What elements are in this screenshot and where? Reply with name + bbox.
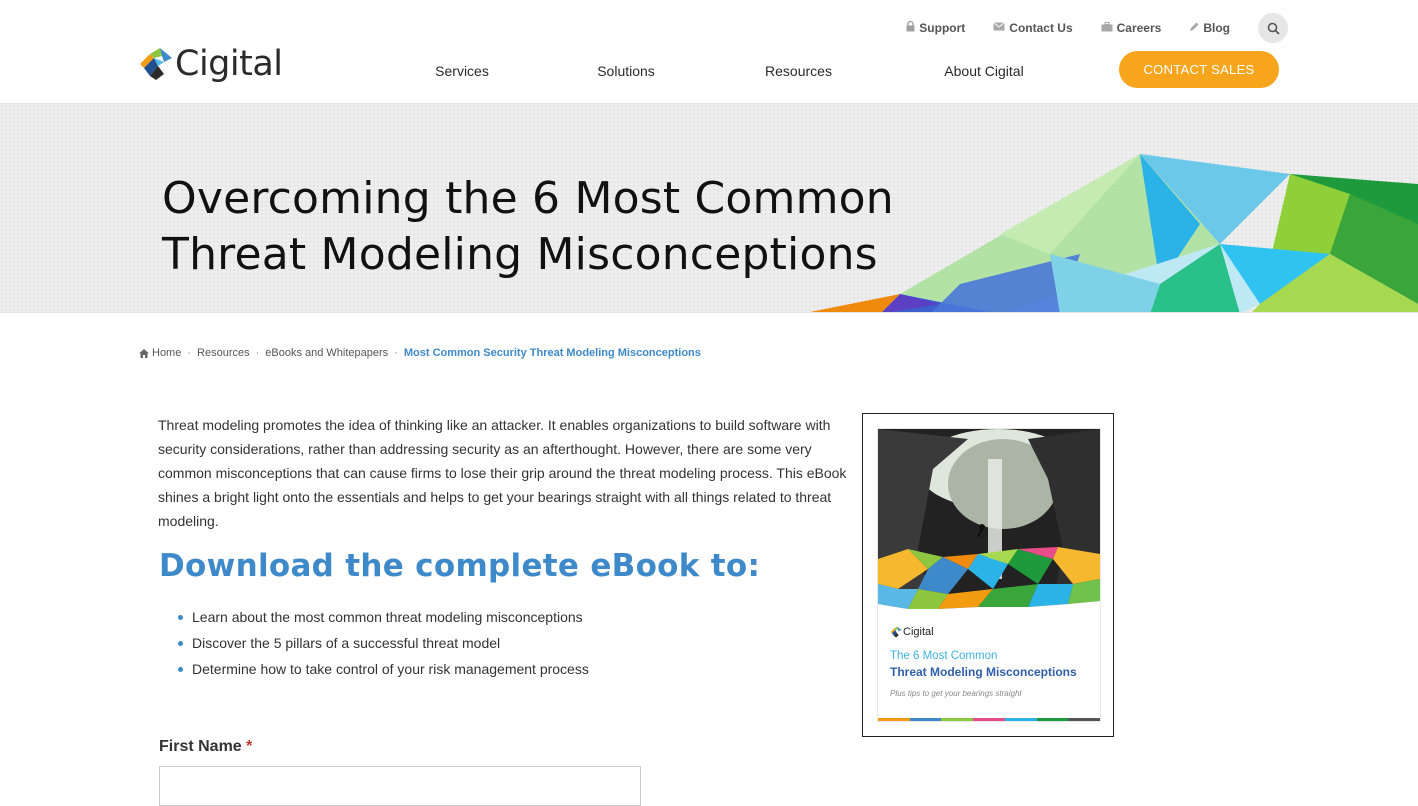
intro-paragraph: Threat modeling promotes the idea of thi… bbox=[158, 417, 847, 529]
download-heading: Download the complete eBook to: bbox=[159, 548, 761, 584]
breadcrumb-ebooks-whitepapers[interactable]: eBooks and Whitepapers bbox=[265, 347, 388, 359]
support-label: Support bbox=[919, 21, 966, 35]
benefits-list: Learn about the most common threat model… bbox=[178, 604, 589, 682]
page-title-line1: Overcoming the 6 Most Common bbox=[162, 173, 894, 224]
contact-us-label: Contact Us bbox=[1009, 21, 1073, 35]
hero-banner: Overcoming the 6 Most Common Threat Mode… bbox=[0, 103, 1418, 313]
first-name-label: First Name * bbox=[159, 738, 252, 756]
list-item-text: Learn about the most common threat model… bbox=[192, 609, 583, 625]
pencil-icon bbox=[1189, 22, 1199, 35]
list-item-text: Determine how to take control of your ri… bbox=[192, 661, 589, 677]
envelope-icon bbox=[993, 22, 1006, 34]
contact-us-link[interactable]: Contact Us bbox=[993, 21, 1073, 35]
search-icon bbox=[1267, 22, 1280, 35]
ebook-cover-title-line1: The 6 Most Common bbox=[890, 650, 998, 662]
nav-solutions[interactable]: Solutions bbox=[585, 50, 667, 105]
logo-wordmark: Cigital bbox=[175, 44, 283, 84]
breadcrumb: Home · Resources · eBooks and Whitepaper… bbox=[139, 347, 701, 359]
first-name-label-text: First Name bbox=[159, 738, 242, 755]
list-item: Discover the 5 pillars of a successful t… bbox=[178, 630, 589, 656]
ebook-cover-logo: Cigital bbox=[890, 626, 934, 638]
breadcrumb-resources[interactable]: Resources bbox=[197, 347, 250, 359]
ebook-cover-title-line2: Threat Modeling Misconceptions bbox=[890, 665, 1077, 679]
bullet-dot-icon bbox=[178, 640, 183, 646]
ebook-cover-color-strip bbox=[878, 718, 1100, 721]
lock-icon bbox=[906, 20, 915, 35]
list-item: Learn about the most common threat model… bbox=[178, 604, 589, 630]
list-item-text: Discover the 5 pillars of a successful t… bbox=[192, 635, 501, 651]
breadcrumb-separator: · bbox=[394, 347, 398, 359]
careers-label: Careers bbox=[1116, 21, 1162, 35]
breadcrumb-home[interactable]: Home bbox=[152, 347, 181, 359]
nav-services[interactable]: Services bbox=[422, 50, 502, 105]
page-title: Overcoming the 6 Most Common Threat Mode… bbox=[162, 171, 894, 283]
cigital-logo-mark-icon bbox=[890, 626, 902, 638]
contact-sales-button[interactable]: CONTACT SALES bbox=[1119, 51, 1279, 88]
nav-resources[interactable]: Resources bbox=[748, 50, 849, 107]
main-nav: Services Solutions Resources About Cigit… bbox=[400, 50, 1080, 107]
site-header: Cigital Support Contact Us Careers Blog bbox=[0, 0, 1418, 107]
list-item: Determine how to take control of your ri… bbox=[178, 656, 589, 682]
ebook-cover-frame: Cigital The 6 Most Common Threat Modelin… bbox=[862, 413, 1114, 737]
ebook-cover-subtitle: Plus tips to get your bearings straight bbox=[890, 689, 1022, 698]
page-title-line2: Threat Modeling Misconceptions bbox=[162, 229, 878, 280]
ebook-cover: Cigital The 6 Most Common Threat Modelin… bbox=[878, 429, 1100, 721]
search-button[interactable] bbox=[1258, 13, 1288, 43]
careers-link[interactable]: Careers bbox=[1101, 21, 1162, 35]
bullet-dot-icon bbox=[178, 614, 183, 620]
breadcrumb-current: Most Common Security Threat Modeling Mis… bbox=[403, 347, 701, 359]
ebook-cover-logo-text: Cigital bbox=[903, 626, 934, 638]
breadcrumb-separator: · bbox=[187, 347, 192, 359]
required-marker: * bbox=[246, 738, 253, 755]
utility-nav: Support Contact Us Careers Blog bbox=[878, 13, 1288, 43]
nav-about-cigital[interactable]: About Cigital bbox=[928, 50, 1040, 105]
briefcase-icon bbox=[1101, 21, 1113, 35]
support-link[interactable]: Support bbox=[906, 20, 966, 35]
blog-label: Blog bbox=[1203, 21, 1230, 35]
ebook-cover-cave-image bbox=[878, 429, 1100, 629]
breadcrumb-separator: · bbox=[255, 347, 260, 359]
home-icon bbox=[139, 348, 149, 358]
blog-link[interactable]: Blog bbox=[1189, 21, 1230, 35]
first-name-input[interactable] bbox=[159, 766, 641, 806]
cigital-logo-mark-icon bbox=[140, 48, 172, 80]
cigital-logo[interactable]: Cigital bbox=[138, 44, 283, 84]
bullet-dot-icon bbox=[178, 666, 183, 672]
